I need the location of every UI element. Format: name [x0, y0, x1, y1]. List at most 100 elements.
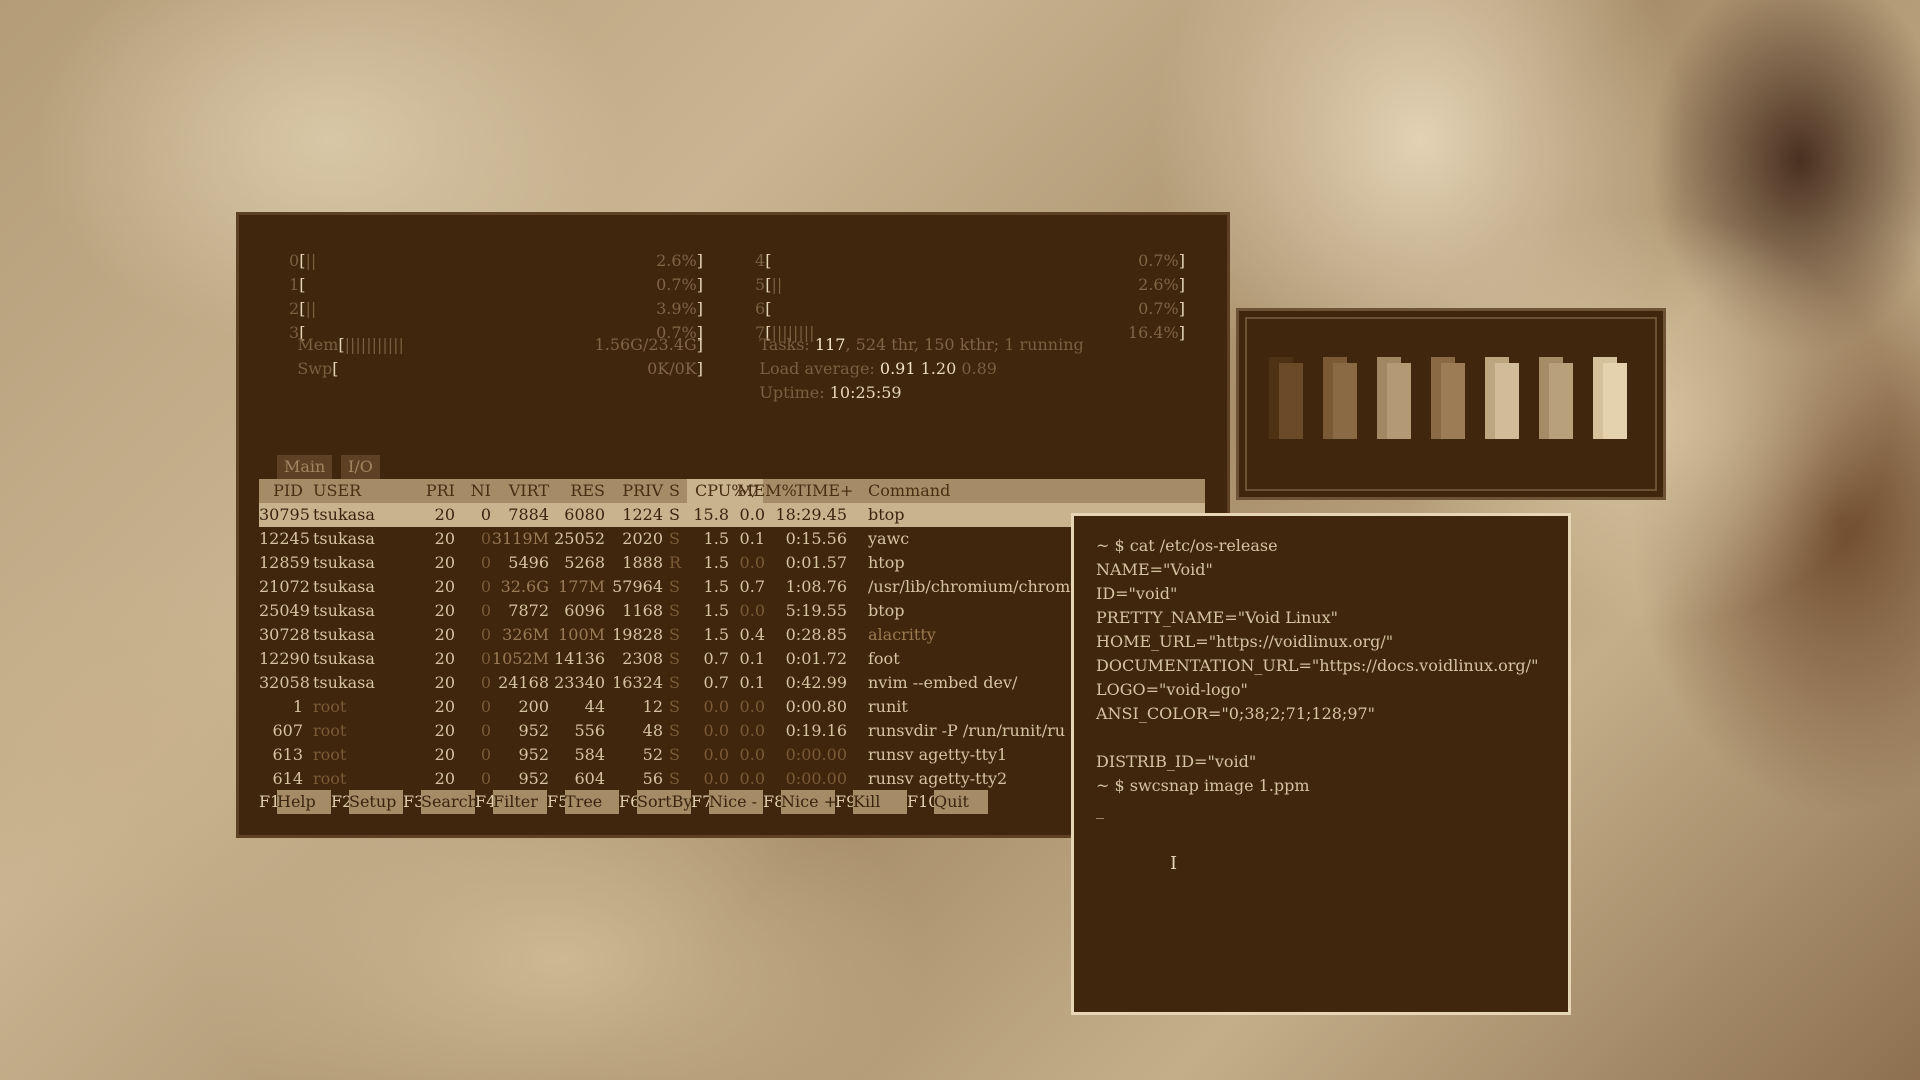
table-row[interactable]: 12290 tsukasa 20 0 1052M 14136 2308 S 0.7 0.1 0:01…: [259, 647, 1205, 671]
cell-pri: 20: [434, 505, 455, 524]
cell-cpu: 1.5: [703, 625, 729, 644]
table-row[interactable]: 25049 tsukasa 20 0 7872 6096 1168 S 1.5 0.0 5:19.5…: [259, 599, 1205, 623]
cell-user: tsukasa: [313, 505, 375, 524]
cell-pid: 30795: [259, 505, 310, 524]
cell-cmd: yawc: [868, 529, 910, 548]
cell-ni: 0: [480, 553, 491, 572]
table-row[interactable]: 614 root 20 0 952 604 56 S 0.0 0.0 0:00.00 runsv ag…: [259, 767, 1205, 791]
cell-cpu: 0.7: [703, 649, 729, 668]
load-line: Load average: 0.91 1.20 0.89: [739, 333, 997, 378]
table-row[interactable]: 32058 tsukasa 20 0 24168 23340 16324 S 0.7 0.1 0:4…: [259, 671, 1205, 695]
cell-virt: 7872: [508, 601, 549, 620]
tasks-running: 1 running: [1004, 335, 1084, 354]
cell-pid: 30728: [259, 625, 310, 644]
col-ni[interactable]: NI: [455, 479, 491, 503]
cell-ni: 0: [480, 697, 491, 716]
cell-priv: 48: [642, 721, 663, 740]
table-row[interactable]: 30795 tsukasa 20 0 7884 6080 1224 S 15.8 0.0 18:29…: [259, 503, 1205, 527]
terminal-line: ~ $ swcsnap image 1.ppm: [1096, 776, 1310, 795]
cell-pid: 21072: [259, 577, 310, 596]
cell-pri: 20: [434, 601, 455, 620]
cell-cpu: 0.7: [703, 673, 729, 692]
fkey-label[interactable]: Filter: [493, 790, 547, 814]
fkey-label[interactable]: Tree: [565, 790, 619, 814]
cell-virt: 326M: [502, 625, 549, 644]
cell-mem: 0.1: [739, 673, 765, 692]
cell-virt: 1052M: [491, 649, 549, 668]
table-row[interactable]: 12859 tsukasa 20 0 5496 5268 1888 R 1.5 0.0 0:01.5…: [259, 551, 1205, 575]
terminal-line: ~ $ cat /etc/os-release: [1096, 536, 1278, 555]
cell-virt: 3119M: [491, 529, 549, 548]
cell-pri: 20: [434, 577, 455, 596]
cpu-value-wrap: 2.6%]: [1138, 275, 1185, 294]
cell-cmd: runit: [868, 697, 908, 716]
cell-s: S: [669, 601, 680, 620]
table-row[interactable]: 613 root 20 0 952 584 52 S 0.0 0.0 0:00.00 runsv ag…: [259, 743, 1205, 767]
fkey-label[interactable]: SortBy: [637, 790, 692, 814]
fkey-label[interactable]: Nice -: [709, 790, 763, 814]
cell-time: 0:15.56: [785, 529, 847, 548]
cell-cpu: 1.5: [703, 577, 729, 596]
fkey-label[interactable]: Search: [421, 790, 478, 814]
fkey-label[interactable]: Quit: [934, 790, 988, 814]
cell-s: S: [669, 769, 680, 788]
cell-pid: 12859: [259, 553, 310, 572]
cell-time: 0:01.57: [785, 553, 847, 572]
cell-pid: 12245: [259, 529, 310, 548]
cpu-percent: 0.7%: [1138, 251, 1179, 270]
cell-s: S: [669, 721, 680, 740]
fkey-label[interactable]: Help: [277, 790, 331, 814]
terminal-line: DOCUMENTATION_URL="https://docs.voidlinu…: [1096, 656, 1539, 675]
tab-main[interactable]: Main: [277, 455, 333, 479]
cell-mem: 0.4: [739, 625, 765, 644]
color-palette-window[interactable]: [1236, 308, 1666, 500]
cell-res: 556: [574, 721, 605, 740]
col-pri[interactable]: PRI: [409, 479, 455, 503]
cell-pri: 20: [434, 625, 455, 644]
table-row[interactable]: 607 root 20 0 952 556 48 S 0.0 0.0 0:19.16 runsvdir…: [259, 719, 1205, 743]
tab-io[interactable]: I/O: [341, 455, 380, 479]
col-user[interactable]: USER: [313, 479, 361, 503]
col-time[interactable]: TIME+: [795, 479, 853, 503]
cell-pri: 20: [434, 769, 455, 788]
cell-user: tsukasa: [313, 553, 375, 572]
color-swatch: [1539, 357, 1573, 439]
col-state[interactable]: S: [669, 479, 680, 503]
cell-cpu: 1.5: [703, 553, 729, 572]
cell-ni: 0: [480, 625, 491, 644]
col-command[interactable]: Command: [868, 479, 950, 503]
cell-pid: 1: [292, 697, 303, 716]
cpu-percent: 2.6%: [1138, 275, 1179, 294]
cell-ni: 0: [480, 649, 491, 668]
fkey-label[interactable]: Nice +: [781, 790, 837, 814]
table-row[interactable]: 21072 tsukasa 20 0 32.6G 177M 57964 S 1.5 0.7 1:08…: [259, 575, 1205, 599]
terminal-window[interactable]: ~ $ cat /etc/os-release NAME="Void" ID="vo…: [1071, 513, 1571, 1015]
cell-user: tsukasa: [313, 529, 375, 548]
cell-user: tsukasa: [313, 673, 375, 692]
col-priv[interactable]: PRIV: [605, 479, 663, 503]
fkey-label[interactable]: Setup: [349, 790, 403, 814]
swp-value: 0K/0K: [647, 359, 697, 378]
cpu-percent: 16.4%: [1127, 323, 1179, 342]
cell-priv: 56: [642, 769, 663, 788]
cell-mem: 0.0: [739, 697, 765, 716]
color-swatch: [1593, 357, 1627, 439]
cell-pri: 20: [434, 553, 455, 572]
table-row[interactable]: 12245 tsukasa 20 0 3119M 25052 2020 S 1.5 0.1 0:15…: [259, 527, 1205, 551]
col-virt[interactable]: VIRT: [491, 479, 549, 503]
terminal-line: LOGO="void-logo": [1096, 680, 1248, 699]
cell-s: S: [669, 745, 680, 764]
fkey-label[interactable]: Kill: [853, 790, 907, 814]
cell-pri: 20: [434, 697, 455, 716]
table-row[interactable]: 1 root 20 0 200 44 12 S 0.0 0.0 0:00.80 runit: [259, 695, 1205, 719]
cpu-percent: 0.7%: [1138, 299, 1179, 318]
col-res[interactable]: RES: [549, 479, 605, 503]
col-pid[interactable]: PID: [259, 479, 303, 503]
color-swatch: [1323, 357, 1357, 439]
cell-time: 0:00.00: [785, 745, 847, 764]
cell-priv: 19828: [612, 625, 663, 644]
table-row[interactable]: 30728 tsukasa 20 0 326M 100M 19828 S 1.5 0.4 0:28.…: [259, 623, 1205, 647]
cell-user: tsukasa: [313, 601, 375, 620]
cell-s: S: [669, 649, 680, 668]
col-mem[interactable]: MEM%: [737, 479, 797, 503]
